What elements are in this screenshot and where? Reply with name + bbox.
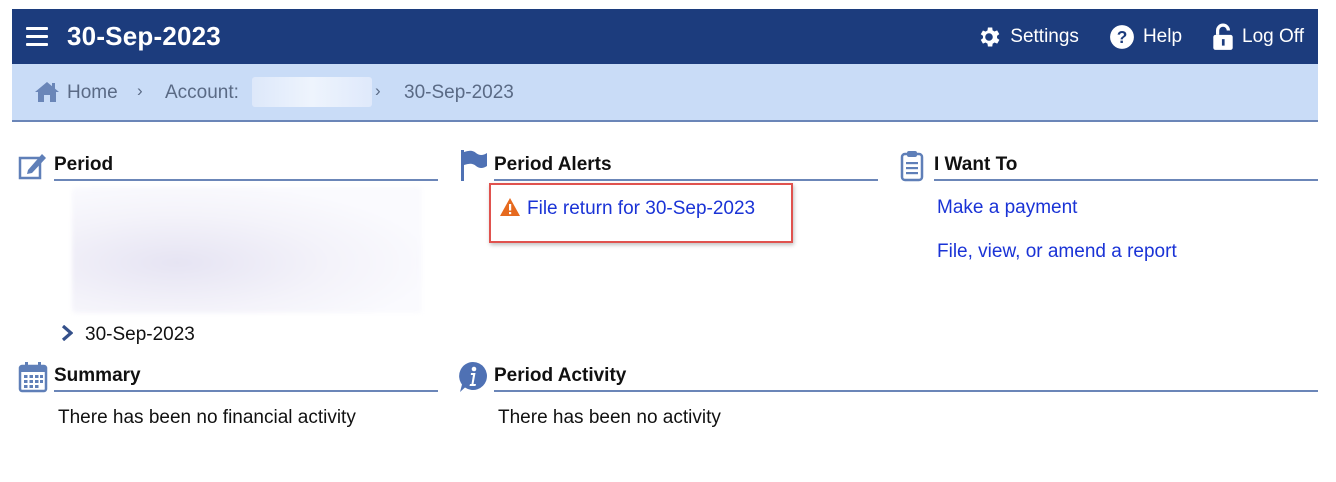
i-want-to-header: I Want To: [934, 151, 1318, 181]
alert-highlight-box: File return for 30-Sep-2023: [489, 183, 793, 243]
file-report-link[interactable]: File, view, or amend a report: [937, 241, 1177, 263]
help-circle-icon: ?: [1110, 24, 1134, 49]
redacted-account-number: [252, 77, 372, 107]
warning-icon: [500, 198, 520, 216]
period-activity-header: Period Activity: [494, 362, 1318, 392]
svg-text:?: ?: [1117, 26, 1128, 46]
file-return-alert-link[interactable]: File return for 30-Sep-2023: [527, 198, 755, 220]
logoff-link[interactable]: Log Off: [1212, 23, 1304, 51]
home-icon[interactable]: [34, 81, 60, 103]
breadcrumb-home[interactable]: Home: [67, 82, 118, 104]
chevron-right-icon[interactable]: [61, 325, 73, 341]
help-link[interactable]: ? Help: [1109, 24, 1182, 50]
calendar-icon: [18, 362, 48, 393]
breadcrumb-current: 30-Sep-2023: [404, 82, 514, 103]
activity-text: There has been no activity: [498, 407, 721, 428]
help-label: Help: [1142, 25, 1183, 47]
breadcrumb-separator: ›: [137, 81, 143, 100]
breadcrumb-separator: ›: [375, 81, 381, 100]
period-header: Period: [54, 151, 438, 181]
gear-icon: [981, 26, 1000, 47]
page-title: 30-Sep-2023: [67, 21, 221, 51]
period-activity-title: Period Activity: [494, 365, 627, 386]
header-actions: Settings ? Help Log Off: [946, 9, 1304, 64]
summary-text: There has been no financial activity: [58, 407, 356, 428]
lock-icon: [1213, 23, 1233, 50]
breadcrumb-account[interactable]: Account:: [165, 82, 239, 104]
breadcrumb: Home › Account: › 30-Sep-2023: [12, 64, 1318, 122]
info-icon: [459, 362, 487, 392]
summary-header: Summary: [54, 362, 438, 392]
summary-title: Summary: [54, 365, 141, 386]
period-alerts-header: Period Alerts: [494, 151, 878, 181]
make-payment-link[interactable]: Make a payment: [937, 197, 1077, 219]
redacted-period-content: [72, 187, 422, 313]
i-want-to-title: I Want To: [934, 154, 1018, 175]
period-item[interactable]: 30-Sep-2023: [85, 324, 195, 346]
top-header-bar: 30-Sep-2023 Settings ? Help Log Off: [12, 9, 1318, 64]
period-alerts-title: Period Alerts: [494, 154, 612, 175]
period-title: Period: [54, 154, 114, 175]
hamburger-menu-icon[interactable]: [26, 27, 48, 46]
settings-label: Settings: [1010, 25, 1079, 47]
settings-link[interactable]: Settings: [976, 24, 1079, 50]
clipboard-icon: [900, 151, 924, 182]
flag-icon: [461, 150, 487, 181]
edit-icon: [18, 154, 46, 180]
logoff-label: Log Off: [1242, 25, 1304, 47]
